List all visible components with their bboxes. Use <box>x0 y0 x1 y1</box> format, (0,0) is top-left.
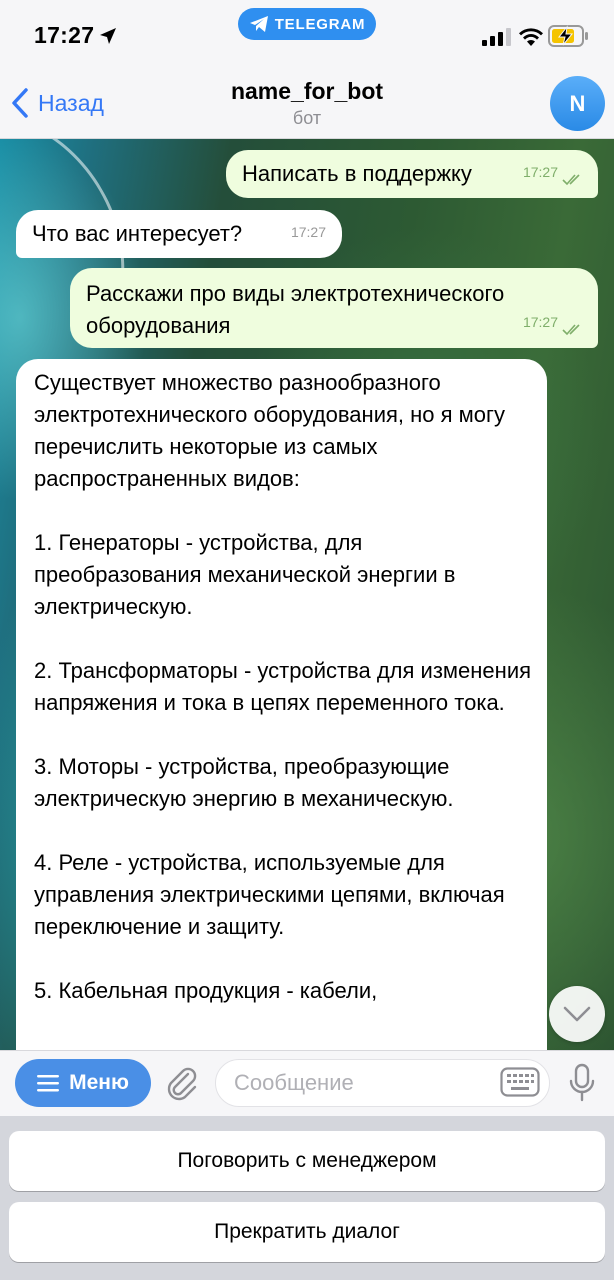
chat-title[interactable]: name_for_bot <box>0 78 614 105</box>
end-dialog-button[interactable]: Прекратить диалог <box>9 1202 605 1262</box>
chat-header: Назад name_for_bot бот N <box>0 68 614 139</box>
telegram-plane-icon <box>249 16 268 32</box>
keyboard-icon[interactable] <box>500 1067 540 1097</box>
message-time: 17:27 <box>522 314 558 330</box>
cellular-signal-icon <box>482 28 511 46</box>
message-text: Написать в поддержку <box>242 161 472 186</box>
incoming-message[interactable]: Существует множество разнообразного элек… <box>16 359 547 1050</box>
chevron-down-icon <box>563 1006 591 1022</box>
message-text: Существует множество разнообразного элек… <box>34 370 532 1003</box>
message-time: 17:27 <box>522 164 558 180</box>
outgoing-message[interactable]: Расскажи про виды электротехнического об… <box>70 268 598 348</box>
menu-button-label: Меню <box>69 1071 129 1094</box>
telegram-pill-label: TELEGRAM <box>274 15 366 33</box>
scroll-to-bottom-button[interactable] <box>549 986 605 1042</box>
read-checkmarks-icon <box>562 174 580 186</box>
message-time: 17:27 <box>290 224 326 240</box>
chat-area[interactable]: Написать в поддержку 17:27 Что вас интер… <box>0 138 614 1050</box>
talk-to-manager-button[interactable]: Поговорить с менеджером <box>9 1131 605 1191</box>
chat-subtitle: бот <box>292 108 322 128</box>
outgoing-message[interactable]: Написать в поддержку 17:27 <box>226 150 598 198</box>
wifi-icon <box>519 28 543 46</box>
message-text: Что вас интересует? <box>32 221 243 246</box>
message-input-bar: Меню <box>0 1050 614 1117</box>
battery-charging-icon <box>548 25 588 47</box>
bot-reply-keyboard: Поговорить с менеджером Прекратить диало… <box>0 1116 614 1280</box>
status-time: 17:27 <box>34 22 95 48</box>
microphone-icon[interactable] <box>568 1063 596 1103</box>
hamburger-menu-icon <box>37 1075 60 1092</box>
bot-menu-button[interactable]: Меню <box>15 1059 151 1107</box>
paperclip-icon[interactable] <box>164 1065 200 1101</box>
read-checkmarks-icon <box>562 324 580 336</box>
location-arrow-icon <box>100 28 116 44</box>
incoming-message[interactable]: Что вас интересует? 17:27 <box>16 210 342 258</box>
status-bar: 17:27 TELEGRAM <box>0 0 614 68</box>
bot-avatar[interactable]: N <box>550 76 605 131</box>
message-text: Расскажи про виды электротехнического об… <box>86 281 511 338</box>
telegram-return-pill[interactable]: TELEGRAM <box>238 8 376 40</box>
